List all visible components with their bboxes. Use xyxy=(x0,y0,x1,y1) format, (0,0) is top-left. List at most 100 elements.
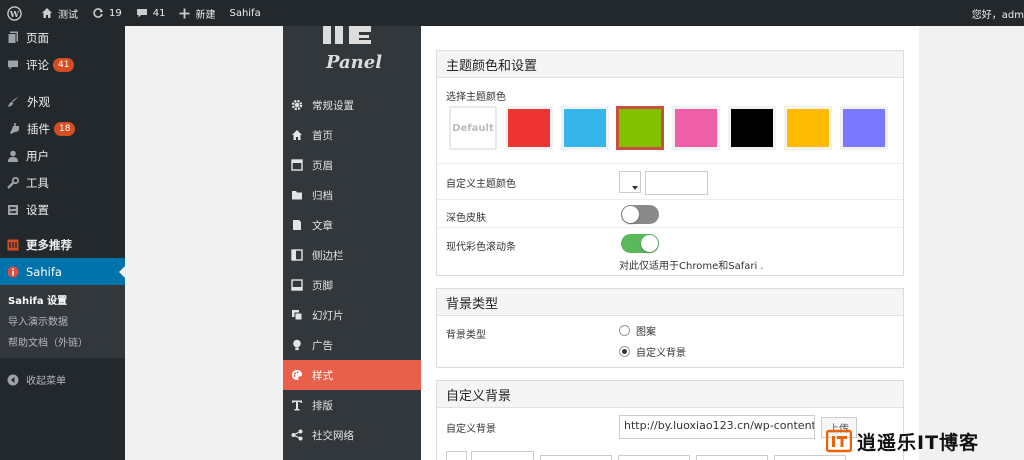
panel-nav-label: 社交网络 xyxy=(312,429,354,442)
panel-nav-archives[interactable]: 归档 xyxy=(283,180,421,210)
background-type-title: 背景类型 xyxy=(437,289,903,316)
panel-nav-label: 归档 xyxy=(312,189,333,202)
panel-nav-label: 幻灯片 xyxy=(312,309,344,322)
swatch-black[interactable] xyxy=(728,106,776,150)
menu-item-appearance[interactable]: 外观 xyxy=(0,88,125,115)
footer-icon xyxy=(291,279,303,291)
panel-nav-style[interactable]: 样式 xyxy=(283,360,421,390)
menu-label-sahifa: Sahifa xyxy=(26,264,62,279)
menu-label-appearance: 外观 xyxy=(27,94,50,109)
swatch-green[interactable] xyxy=(616,106,664,150)
admin-menu: 页面 评论 41 外观 插件 18 用户 工具 设置 更多推荐 Sahifa S… xyxy=(0,26,125,460)
new-label: 新建 xyxy=(195,9,216,21)
panel-nav-label: 样式 xyxy=(312,369,333,382)
watermark-logo xyxy=(826,429,852,453)
color-picker-button[interactable] xyxy=(619,171,641,193)
custom-background-label: 自定义背景 xyxy=(446,424,496,435)
bg-color-picker[interactable] xyxy=(446,451,467,460)
updates-link[interactable]: 19 xyxy=(85,0,129,26)
menu-item-more[interactable]: 更多推荐 xyxy=(0,231,125,258)
collapse-menu-button[interactable]: 收起菜单 xyxy=(0,366,125,393)
panel-nav-label: 常规设置 xyxy=(312,99,354,112)
gear-icon xyxy=(291,99,303,111)
dark-skin-toggle[interactable] xyxy=(621,205,659,224)
menu-item-sahifa[interactable]: Sahifa xyxy=(0,258,125,285)
background-url-input[interactable]: http://by.luoxiao123.cn/wp-content/ xyxy=(619,415,815,439)
panel-nav-footer[interactable]: 页脚 xyxy=(283,270,421,300)
submenu-import-demo[interactable]: 导入演示数据 xyxy=(0,310,125,331)
radio-custom-label: 自定义背景 xyxy=(636,348,686,359)
theme-panel-nav: Panel 常规设置 首页 页眉 归档 文章 侧边栏 页脚 幻灯片 广告 样式 xyxy=(283,26,421,460)
slides-icon xyxy=(292,310,303,321)
comment-icon xyxy=(8,60,18,69)
swatch-purple[interactable] xyxy=(840,106,888,150)
sahifa-submenu: Sahifa 设置 导入演示数据 帮助文档（外链） xyxy=(0,285,125,358)
panel-nav-sidebar[interactable]: 侧边栏 xyxy=(283,240,421,270)
submenu-sahifa-settings[interactable]: Sahifa 设置 xyxy=(0,289,125,310)
bg-repeat-select[interactable] xyxy=(540,455,612,460)
menu-label-users: 用户 xyxy=(26,148,49,163)
menu-item-pages[interactable]: 页面 xyxy=(0,24,125,51)
radio-pattern[interactable]: 图案 xyxy=(619,323,656,338)
menu-item-users[interactable]: 用户 xyxy=(0,142,125,169)
menu-item-tools[interactable]: 工具 xyxy=(0,169,125,196)
menu-item-comments[interactable]: 评论 41 xyxy=(0,51,125,78)
panel-nav-label: 排版 xyxy=(312,399,333,412)
settings-icon xyxy=(8,204,18,215)
menu-item-plugins[interactable]: 插件 18 xyxy=(0,115,125,142)
radio-dot-selected xyxy=(619,346,630,357)
radio-pattern-label: 图案 xyxy=(636,327,656,338)
menu-item-settings[interactable]: 设置 xyxy=(0,196,125,223)
comments-count: 41 xyxy=(152,7,166,19)
panel-nav-home[interactable]: 首页 xyxy=(283,120,421,150)
palette-icon xyxy=(292,370,302,380)
caret-down-icon xyxy=(632,186,638,190)
share-icon xyxy=(291,429,303,441)
wordpress-logo[interactable]: W xyxy=(0,0,34,26)
my-account-link[interactable]: 您好，adm xyxy=(965,0,1024,26)
panel-logo-text: Panel xyxy=(325,52,382,73)
swatch-yellow[interactable] xyxy=(784,106,832,150)
background-type-section: 背景类型 背景类型 图案 自定义背景 xyxy=(436,288,904,368)
sahifa-label: Sahifa xyxy=(229,7,261,19)
sidebar-icon xyxy=(291,249,303,261)
radio-custom-background[interactable]: 自定义背景 xyxy=(619,344,686,359)
sahifa-link[interactable]: Sahifa xyxy=(222,0,267,26)
right-margin xyxy=(919,26,1024,460)
user-icon xyxy=(8,150,18,162)
bg-color-input[interactable] xyxy=(471,451,534,460)
swatch-list: Default xyxy=(449,106,905,152)
swatch-pink[interactable] xyxy=(672,106,720,150)
brush-icon xyxy=(8,96,19,107)
scrollbar-label: 现代彩色滚动条 xyxy=(446,242,516,253)
panel-nav-slides[interactable]: 幻灯片 xyxy=(283,300,421,330)
comments-link[interactable]: 41 xyxy=(129,0,173,26)
panel-nav-typography[interactable]: 排版 xyxy=(283,390,421,420)
scrollbar-note: 对此仅适用于Chrome和Safari . xyxy=(619,261,764,272)
panel-nav-label: 广告 xyxy=(312,339,333,352)
swatch-default[interactable]: Default xyxy=(449,106,497,150)
panel-nav-article[interactable]: 文章 xyxy=(283,210,421,240)
scrollbar-toggle[interactable] xyxy=(621,234,659,253)
panel-nav-general[interactable]: 常规设置 xyxy=(283,90,421,120)
custom-background-title: 自定义背景 xyxy=(437,381,903,408)
swatch-red[interactable] xyxy=(505,106,553,150)
submenu-help-docs[interactable]: 帮助文档（外链） xyxy=(0,331,125,352)
new-content-link[interactable]: 新建 xyxy=(172,0,222,26)
panel-nav-next[interactable] xyxy=(283,450,421,460)
panel-nav-label: 文章 xyxy=(312,219,333,232)
bg-position-x-select[interactable] xyxy=(696,455,768,460)
site-name-link[interactable]: 测试 xyxy=(34,0,85,26)
plugins-badge: 18 xyxy=(54,121,76,136)
panel-nav-ads[interactable]: 广告 xyxy=(283,330,421,360)
comment-icon xyxy=(136,9,147,18)
panel-nav-social[interactable]: 社交网络 xyxy=(283,420,421,450)
bg-attachment-select[interactable] xyxy=(618,455,690,460)
swatch-blue[interactable] xyxy=(561,106,609,150)
panel-nav-label: 侧边栏 xyxy=(312,249,344,262)
custom-color-input[interactable] xyxy=(645,171,708,195)
svg-text:W: W xyxy=(9,8,20,18)
panel-nav-header[interactable]: 页眉 xyxy=(283,150,421,180)
admin-bar: W 测试 19 41 新建 Sahifa 您好，adm xyxy=(0,0,1024,26)
theme-colors-section: 主题颜色和设置 选择主题颜色 Default 自定义主题颜色 深色皮肤 现代彩色… xyxy=(436,50,904,276)
